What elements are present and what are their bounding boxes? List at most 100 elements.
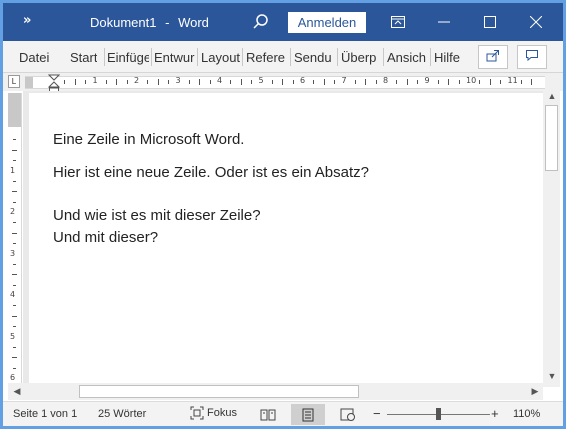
ruler-tick bbox=[489, 79, 491, 85]
tab-layout[interactable]: Layout bbox=[201, 50, 240, 65]
vertical-scroll-thumb[interactable] bbox=[545, 105, 558, 171]
ruler-number: 10 bbox=[466, 76, 477, 85]
scroll-down-icon[interactable]: ▼ bbox=[545, 371, 559, 381]
ruler-number: 6 bbox=[300, 76, 306, 85]
horizontal-scrollbar[interactable]: ◀ ▶ bbox=[8, 383, 543, 400]
signin-button[interactable]: Anmelden bbox=[288, 12, 366, 33]
tab-divider bbox=[337, 48, 338, 66]
ruler-tick bbox=[13, 201, 16, 203]
tab-referenzen[interactable]: Refere bbox=[246, 50, 288, 65]
ruler-number: 1 bbox=[10, 165, 16, 175]
web-layout-button[interactable] bbox=[331, 404, 365, 425]
paragraph-line[interactable]: Und mit dieser? bbox=[53, 229, 158, 246]
horizontal-ruler-bar: L 1 2 3 4 5 6 7 8 9 10 11 bbox=[3, 73, 563, 94]
tab-divider bbox=[430, 48, 431, 66]
quick-access-more-button[interactable]: » bbox=[23, 13, 31, 28]
tab-divider bbox=[242, 48, 243, 66]
ruler-tick bbox=[13, 180, 16, 182]
minimize-button[interactable] bbox=[430, 9, 458, 35]
tab-selector-button[interactable]: L bbox=[8, 75, 20, 88]
ruler-tick bbox=[12, 315, 17, 317]
tab-divider bbox=[104, 48, 105, 66]
ruler-tick bbox=[437, 80, 439, 84]
focus-mode-button[interactable]: Fokus bbox=[190, 406, 237, 420]
print-layout-button[interactable] bbox=[291, 404, 325, 425]
document-page[interactable]: Eine Zeile in Microsoft Word. Hier ist e… bbox=[29, 93, 543, 387]
zoom-level[interactable]: 110% bbox=[513, 408, 540, 420]
word-count[interactable]: 25 Wörter bbox=[98, 408, 146, 420]
ruler-tick bbox=[13, 367, 16, 369]
ruler-tick bbox=[12, 149, 17, 151]
paragraph-line[interactable]: Hier ist eine neue Zeile. Oder ist es ei… bbox=[53, 164, 369, 181]
tab-datei[interactable]: Datei bbox=[19, 50, 49, 65]
tab-sendungen[interactable]: Sendu bbox=[294, 50, 336, 65]
ruler-tick bbox=[13, 222, 16, 224]
close-button[interactable] bbox=[522, 9, 550, 35]
share-button[interactable] bbox=[478, 45, 508, 69]
ribbon-display-options-icon[interactable] bbox=[384, 9, 412, 35]
ruler-tick bbox=[375, 80, 377, 84]
ruler-tick bbox=[271, 80, 273, 84]
tab-entwurf[interactable]: Entwur bbox=[154, 50, 196, 65]
ruler-margin bbox=[25, 77, 33, 88]
tab-divider bbox=[383, 48, 384, 66]
search-icon[interactable] bbox=[251, 12, 271, 32]
title-separator: - bbox=[165, 15, 170, 30]
read-mode-button[interactable] bbox=[251, 404, 285, 425]
tab-start[interactable]: Start bbox=[70, 50, 97, 65]
ruler-tick bbox=[520, 80, 522, 84]
ruler-tick bbox=[334, 80, 336, 84]
scroll-right-icon[interactable]: ▶ bbox=[528, 386, 542, 397]
ruler-number: 9 bbox=[424, 76, 430, 85]
ruler-tick bbox=[147, 80, 149, 84]
focus-label: Fokus bbox=[207, 407, 237, 419]
ruler-tick bbox=[500, 80, 502, 84]
page-icon bbox=[302, 408, 314, 421]
tab-einfuegen[interactable]: Einfüge bbox=[107, 50, 149, 65]
ruler-tick bbox=[13, 284, 16, 286]
tab-ueberpruefen[interactable]: Überp bbox=[341, 50, 381, 65]
ruler-tick bbox=[168, 80, 170, 84]
paragraph-line[interactable]: Eine Zeile in Microsoft Word. bbox=[53, 131, 244, 148]
scroll-up-icon[interactable]: ▲ bbox=[545, 91, 559, 101]
ruler-number: 4 bbox=[10, 290, 16, 299]
zoom-in-button[interactable]: + bbox=[491, 406, 499, 421]
ruler-tick bbox=[396, 80, 398, 84]
comments-button[interactable] bbox=[517, 45, 547, 69]
ruler-tick bbox=[13, 263, 16, 265]
ruler-tick bbox=[479, 80, 481, 84]
horizontal-ruler[interactable]: 1 2 3 4 5 6 7 8 9 10 11 bbox=[25, 74, 545, 94]
ruler-tick bbox=[157, 79, 159, 85]
share-icon bbox=[486, 48, 500, 67]
vertical-scrollbar[interactable]: ▲ ▼ bbox=[543, 91, 560, 387]
tab-ansicht[interactable]: Ansich bbox=[387, 50, 429, 65]
ruler-tick bbox=[323, 79, 325, 85]
ruler-tick bbox=[13, 326, 16, 328]
ruler-number: 2 bbox=[10, 207, 16, 216]
ruler-tick bbox=[417, 80, 419, 84]
ruler-tick bbox=[13, 346, 16, 348]
focus-icon bbox=[190, 406, 204, 420]
ruler-margin bbox=[8, 93, 21, 127]
tab-hilfe[interactable]: Hilfe bbox=[434, 50, 460, 65]
ribbon-tabs: Datei Start Einfüge Entwur Layout Refere… bbox=[3, 41, 563, 73]
ruler-tick bbox=[406, 79, 408, 85]
zoom-out-button[interactable]: − bbox=[373, 406, 381, 421]
page-count[interactable]: Seite 1 von 1 bbox=[13, 408, 77, 420]
app-name: Word bbox=[178, 15, 209, 30]
ruler-tick bbox=[448, 79, 450, 85]
zoom-slider-thumb[interactable] bbox=[436, 408, 441, 420]
ruler-tick bbox=[282, 79, 284, 85]
ruler-tick bbox=[251, 80, 253, 84]
horizontal-scroll-thumb[interactable] bbox=[79, 385, 359, 398]
vertical-ruler[interactable]: 1 2 3 4 5 6 bbox=[8, 93, 22, 389]
ruler-number: 4 bbox=[217, 76, 223, 85]
ruler-tick bbox=[85, 80, 87, 84]
paragraph-line[interactable]: Und wie ist es mit dieser Zeile? bbox=[53, 207, 261, 224]
ruler-tick bbox=[126, 80, 128, 84]
window-title: Dokument1 - Word bbox=[90, 15, 209, 30]
scroll-left-icon[interactable]: ◀ bbox=[10, 386, 24, 397]
maximize-button[interactable] bbox=[476, 9, 504, 35]
book-icon bbox=[260, 409, 276, 420]
ruler-tick bbox=[13, 139, 16, 141]
